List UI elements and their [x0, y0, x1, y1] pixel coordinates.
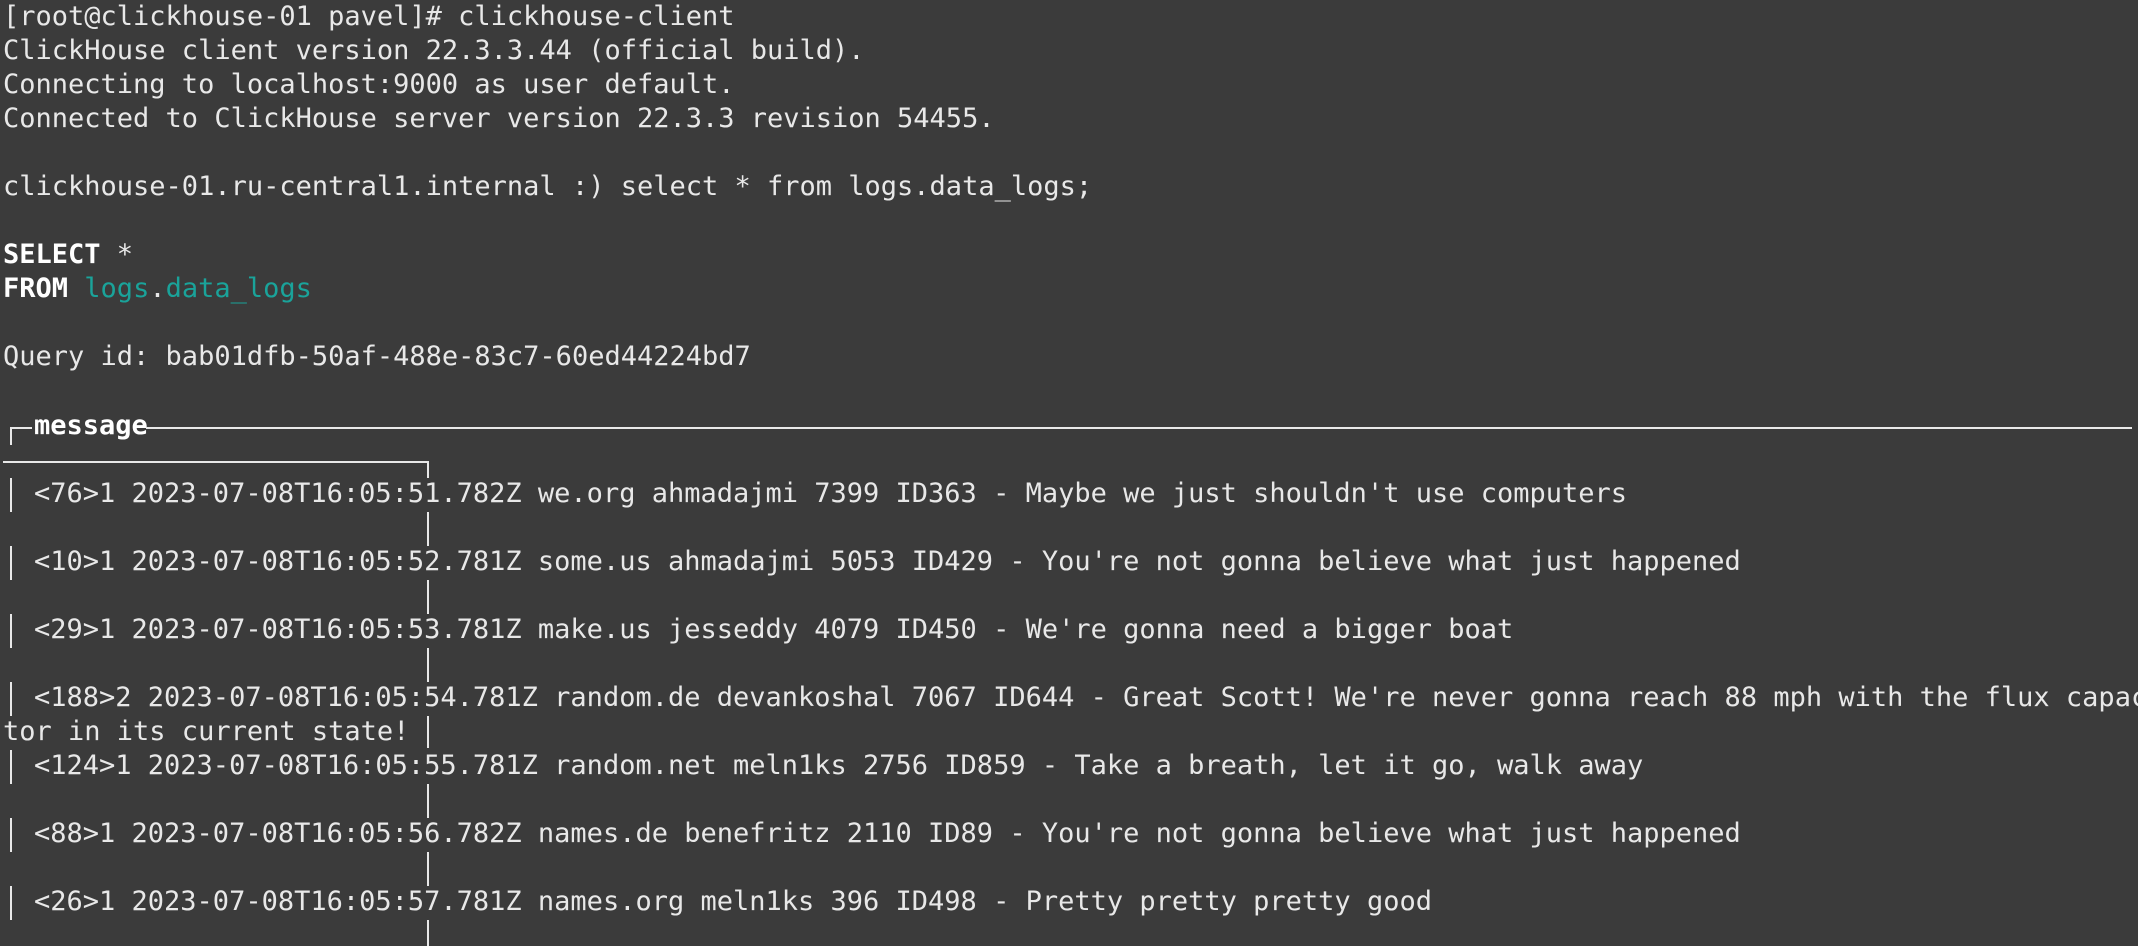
table-row: <88>1 2023-07-08T16:05:56.782Z names.de …: [34, 818, 1741, 849]
table-top-left-corner: [10, 427, 12, 445]
table-row: <10>1 2023-07-08T16:05:52.781Z some.us a…: [34, 546, 1741, 577]
sql-database: logs: [84, 273, 150, 304]
query-prompt-line: clickhouse-01.ru-central1.internal :) se…: [3, 171, 1093, 202]
row-separator-tick: [427, 580, 429, 614]
table-row: <124>1 2023-07-08T16:05:55.781Z random.n…: [34, 750, 1644, 781]
table-row: <188>2 2023-07-08T16:05:54.781Z random.d…: [34, 682, 2138, 713]
row-left-border: [10, 886, 12, 920]
row-left-border: [10, 546, 12, 580]
sql-dot: .: [149, 273, 166, 304]
row-separator-tick: [427, 512, 429, 546]
table-row: <26>1 2023-07-08T16:05:57.781Z names.org…: [34, 886, 1432, 917]
row-separator-tick: [427, 461, 429, 478]
sql-select-keyword: SELECT: [3, 239, 101, 270]
table-top-border-left: [10, 427, 32, 429]
sql-from-keyword: FROM: [3, 273, 69, 304]
column-header-message: message: [34, 410, 148, 441]
row-separator-tick: [427, 852, 429, 886]
sql-select-rest: *: [100, 239, 134, 270]
row-left-border: [10, 750, 12, 784]
row-separator: [3, 461, 428, 463]
sql-select-line: SELECT *: [3, 238, 133, 272]
row-separator-tick: [427, 920, 429, 946]
table-row-wrap: tor in its current state!: [3, 716, 410, 747]
client-version-line: ClickHouse client version 22.3.3.44 (off…: [3, 35, 865, 66]
query-id-line: Query id: bab01dfb-50af-488e-83c7-60ed44…: [3, 341, 751, 372]
terminal-window[interactable]: [root@clickhouse-01 pavel]# clickhouse-c…: [0, 0, 2138, 946]
row-separator-tick: [427, 784, 429, 818]
connected-line: Connected to ClickHouse server version 2…: [3, 103, 995, 134]
shell-prompt-line: [root@clickhouse-01 pavel]# clickhouse-c…: [3, 1, 735, 32]
row-left-border: [10, 818, 12, 852]
row-left-border: [10, 478, 12, 512]
row-right-border: [427, 716, 429, 748]
table-top-border-right: [146, 427, 2132, 429]
sql-from-line: FROM logs.data_logs: [3, 272, 312, 306]
sql-table: data_logs: [165, 273, 312, 304]
row-separator-tick: [427, 648, 429, 682]
table-row: <76>1 2023-07-08T16:05:51.782Z we.org ah…: [34, 478, 1628, 509]
row-left-border: [10, 682, 12, 716]
table-row: <29>1 2023-07-08T16:05:53.781Z make.us j…: [34, 614, 1514, 645]
row-left-border: [10, 614, 12, 648]
connecting-line: Connecting to localhost:9000 as user def…: [3, 69, 735, 100]
